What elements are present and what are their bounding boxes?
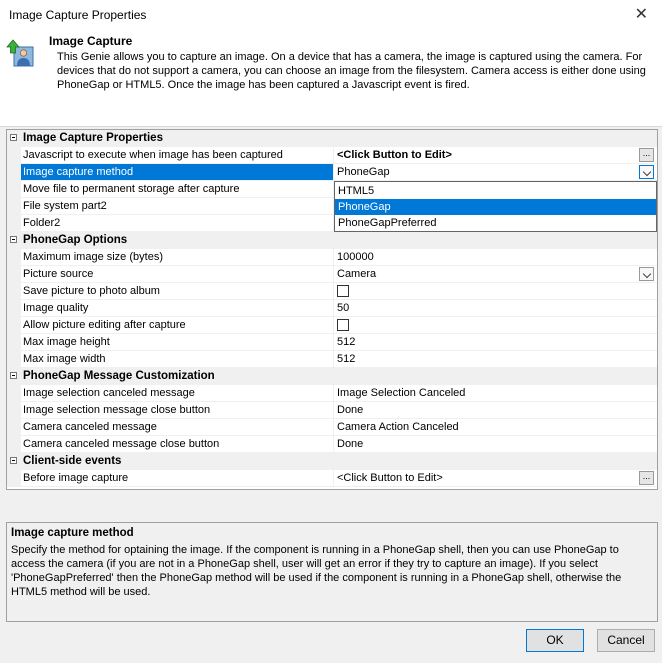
chevron-down-icon bbox=[642, 167, 651, 177]
window-title: Image Capture Properties bbox=[9, 8, 147, 22]
dropdown-option-html5[interactable]: HTML5 bbox=[335, 183, 656, 199]
property-name: Image selection message close button bbox=[7, 402, 334, 419]
property-name: Image capture method bbox=[7, 164, 334, 181]
property-value[interactable]: 512 bbox=[334, 351, 657, 368]
property-row-save-to-album[interactable]: Save picture to photo album bbox=[7, 283, 657, 300]
property-value[interactable]: Image Selection Canceled bbox=[334, 385, 657, 402]
cancel-button[interactable]: Cancel bbox=[597, 629, 655, 652]
property-value: <Click Button to Edit> bbox=[334, 470, 657, 487]
header-panel: Image Capture This Genie allows you to c… bbox=[0, 30, 662, 127]
property-name: Allow picture editing after capture bbox=[7, 317, 334, 334]
property-name: Maximum image size (bytes) bbox=[7, 249, 334, 266]
property-value[interactable]: 100000 bbox=[334, 249, 657, 266]
ok-button[interactable]: OK bbox=[526, 629, 584, 652]
property-value[interactable]: 512 bbox=[334, 334, 657, 351]
property-name: File system part2 bbox=[7, 198, 334, 215]
property-row-selection-canceled-msg[interactable]: Image selection canceled message Image S… bbox=[7, 385, 657, 402]
property-row-before-image-capture[interactable]: Before image capture <Click Button to Ed… bbox=[7, 470, 657, 487]
category-client-side-events[interactable]: Client-side events bbox=[7, 453, 657, 470]
close-icon[interactable]: ✕ bbox=[635, 4, 648, 24]
property-name: Image quality bbox=[7, 300, 334, 317]
property-value bbox=[334, 317, 657, 334]
property-grid: Image Capture Properties Javascript to e… bbox=[6, 129, 658, 490]
dropdown-option-phonegap-preferred[interactable]: PhoneGapPreferred bbox=[335, 215, 656, 231]
dropdown-button[interactable] bbox=[639, 267, 654, 281]
collapse-icon[interactable] bbox=[10, 457, 17, 464]
property-row-camera-close-button[interactable]: Camera canceled message close button Don… bbox=[7, 436, 657, 453]
property-row-picture-source[interactable]: Picture source Camera bbox=[7, 266, 657, 283]
property-name: Image selection canceled message bbox=[7, 385, 334, 402]
help-text: Specify the method for optaining the ima… bbox=[11, 544, 622, 598]
dropdown-button[interactable] bbox=[639, 165, 654, 179]
property-name: Camera canceled message close button bbox=[7, 436, 334, 453]
property-value-select[interactable]: PhoneGap bbox=[334, 164, 657, 181]
property-value bbox=[334, 283, 657, 300]
help-pane: Image capture method Specify the method … bbox=[6, 522, 658, 622]
property-row-image-capture-method[interactable]: Image capture method PhoneGap bbox=[7, 164, 657, 181]
category-label: Client-side events bbox=[23, 455, 122, 467]
property-name: Folder2 bbox=[7, 215, 334, 232]
category-label: Image Capture Properties bbox=[23, 132, 163, 144]
category-label: PhoneGap Message Customization bbox=[23, 370, 215, 382]
property-value[interactable]: Done bbox=[334, 436, 657, 453]
property-name: Max image height bbox=[7, 334, 334, 351]
allow-editing-checkbox[interactable] bbox=[337, 319, 349, 331]
property-row-camera-canceled-msg[interactable]: Camera canceled message Camera Action Ca… bbox=[7, 419, 657, 436]
save-to-album-checkbox[interactable] bbox=[337, 285, 349, 297]
ellipsis-icon[interactable]: ... bbox=[639, 148, 654, 162]
dropdown-option-phonegap[interactable]: PhoneGap bbox=[335, 199, 656, 215]
property-row-max-width[interactable]: Max image width 512 bbox=[7, 351, 657, 368]
property-name: Move file to permanent storage after cap… bbox=[7, 181, 334, 198]
header-title: Image Capture bbox=[49, 34, 133, 48]
property-row-selection-close-button[interactable]: Image selection message close button Don… bbox=[7, 402, 657, 419]
property-value[interactable]: 50 bbox=[334, 300, 657, 317]
property-name: Save picture to photo album bbox=[7, 283, 334, 300]
collapse-icon[interactable] bbox=[10, 236, 17, 243]
help-title: Image capture method bbox=[11, 527, 134, 539]
property-row-max-height[interactable]: Max image height 512 bbox=[7, 334, 657, 351]
ellipsis-icon[interactable]: ... bbox=[639, 471, 654, 485]
property-row-allow-editing[interactable]: Allow picture editing after capture bbox=[7, 317, 657, 334]
property-name: Javascript to execute when image has bee… bbox=[7, 147, 334, 164]
collapse-icon[interactable] bbox=[10, 134, 17, 141]
property-name: Camera canceled message bbox=[7, 419, 334, 436]
property-value[interactable]: Camera Action Canceled bbox=[334, 419, 657, 436]
property-value-select[interactable]: Camera bbox=[334, 266, 657, 283]
category-phonegap-options[interactable]: PhoneGap Options bbox=[7, 232, 657, 249]
property-name: Before image capture bbox=[7, 470, 334, 487]
title-bar: Image Capture Properties ✕ bbox=[0, 0, 662, 30]
category-label: PhoneGap Options bbox=[23, 234, 128, 246]
property-name: Picture source bbox=[7, 266, 334, 283]
capture-method-dropdown-list: HTML5 PhoneGap PhoneGapPreferred bbox=[334, 181, 657, 232]
property-value: <Click Button to Edit> bbox=[334, 147, 657, 164]
property-value[interactable]: Done bbox=[334, 402, 657, 419]
collapse-icon[interactable] bbox=[10, 372, 17, 379]
category-image-capture-properties[interactable]: Image Capture Properties bbox=[7, 130, 657, 147]
chevron-down-icon bbox=[642, 269, 651, 279]
category-phonegap-message-customization[interactable]: PhoneGap Message Customization bbox=[7, 368, 657, 385]
property-name: Max image width bbox=[7, 351, 334, 368]
property-row-image-quality[interactable]: Image quality 50 bbox=[7, 300, 657, 317]
property-row-javascript[interactable]: Javascript to execute when image has bee… bbox=[7, 147, 657, 164]
header-description: This Genie allows you to capture an imag… bbox=[57, 51, 646, 91]
property-row-max-image-size[interactable]: Maximum image size (bytes) 100000 bbox=[7, 249, 657, 266]
user-upload-icon bbox=[6, 39, 34, 67]
